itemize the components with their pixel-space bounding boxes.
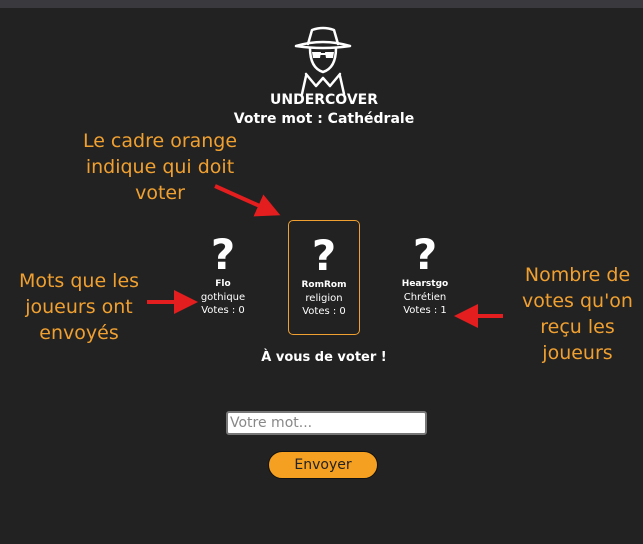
question-mark-icon: ? [210,230,236,279]
player-card-hearstgo[interactable]: ? Hearstgo Chrétien Votes : 1 [389,232,461,324]
player-votes: Votes : 0 [302,306,346,317]
spy-logo-icon [294,26,352,96]
player-card-flo[interactable]: ? Flo gothique Votes : 0 [189,232,257,324]
window-top-bar [0,0,643,8]
player-word: gothique [200,292,246,303]
send-button[interactable]: Envoyer [268,451,378,479]
player-word: Chrétien [403,292,447,303]
player-name: Hearstgo [401,279,449,289]
player-name: RomRom [301,280,347,290]
question-mark-icon: ? [412,230,438,279]
annotation-sent-words: Mots que les joueurs ont envoyés [18,270,140,344]
player-votes: Votes : 1 [403,305,447,316]
annotation-orange-frame: Le cadre orange indique qui doit voter [82,130,238,204]
player-word: religion [305,293,343,304]
player-name: Flo [215,279,231,289]
player-card-romrom-active[interactable]: ? RomRom religion Votes : 0 [288,220,360,335]
app-title: UNDERCOVER [269,92,379,108]
your-word-line: Votre mot : Cathédrale [233,111,415,127]
vote-prompt: À vous de voter ! [261,350,387,365]
word-input[interactable] [226,411,427,435]
player-votes: Votes : 0 [201,305,245,316]
question-mark-icon: ? [311,231,337,280]
